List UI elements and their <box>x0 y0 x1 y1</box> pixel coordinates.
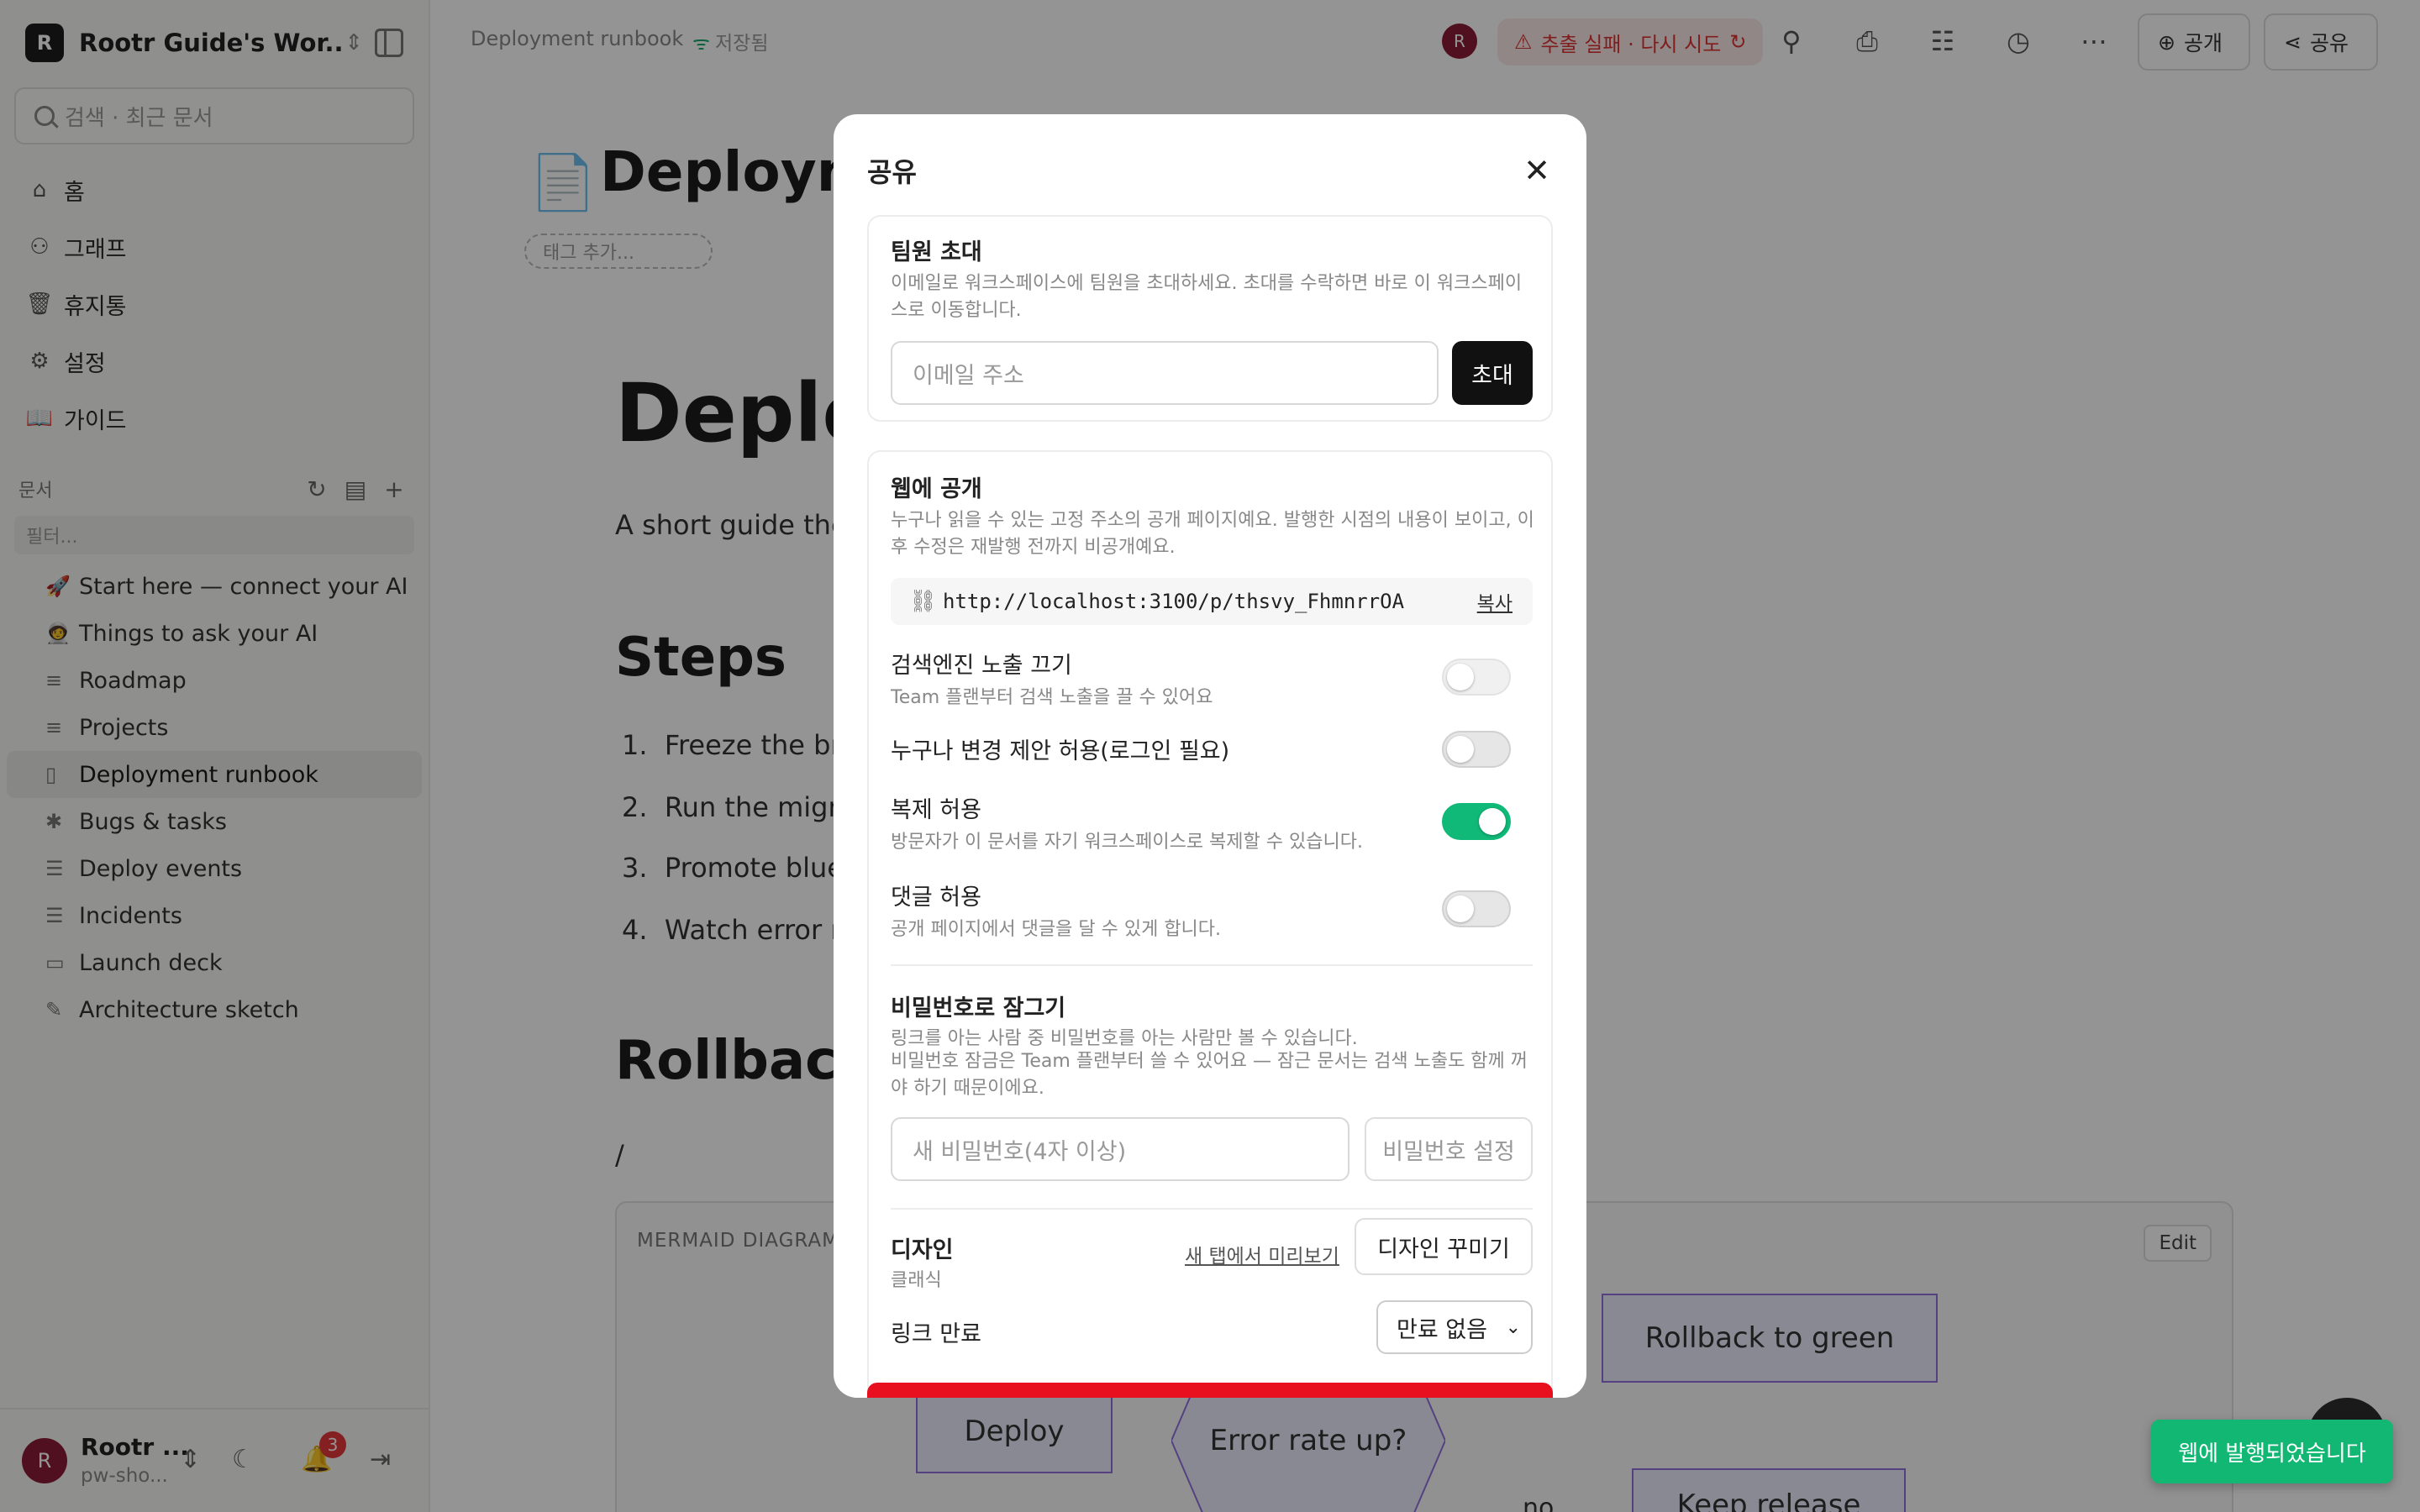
invite-button[interactable]: 초대 <box>1452 341 1533 405</box>
password-title: 비밀번호로 잠그기 <box>891 995 1066 1021</box>
option-title: 누구나 변경 제안 허용(로그인 필요) <box>891 738 1230 764</box>
comments-toggle[interactable] <box>1442 890 1511 927</box>
modal-title: 공유 <box>867 156 917 188</box>
publish-title: 웹에 공개 <box>891 476 982 502</box>
invite-title: 팀원 초대 <box>891 239 982 265</box>
invite-desc: 이메일로 워크스페이스에 팀원을 초대하세요. 초대를 수락하면 바로 이 워크… <box>891 273 1523 321</box>
password-desc: 링크를 아는 사람 중 비밀번호를 아는 사람만 볼 수 있습니다. <box>891 1028 1358 1049</box>
design-title: 디자인 <box>891 1237 954 1263</box>
option-title: 복제 허용 <box>891 797 981 823</box>
publish-desc: 누구나 읽을 수 있는 고정 주소의 공개 페이지예요. 발행한 시점의 내용이… <box>891 510 1534 558</box>
email-field[interactable]: 이메일 주소 <box>891 341 1439 405</box>
preview-new-tab-link[interactable]: 새 탭에서 미리보기 <box>1185 1240 1339 1268</box>
option-title: 검색엔진 노출 끄기 <box>891 653 1072 679</box>
duplicate-toggle[interactable] <box>1442 803 1511 840</box>
option-title: 댓글 허용 <box>891 885 981 911</box>
toast-notification: 웹에 발행되었습니다 <box>2151 1420 2393 1483</box>
publish-section: 웹에 공개 누구나 읽을 수 있는 고정 주소의 공개 페이지예요. 발행한 시… <box>867 450 1553 1398</box>
chevron-down-icon: ⌄ <box>1505 1317 1521 1338</box>
share-modal: 공유 ✕ 팀원 초대 이메일로 워크스페이스에 팀원을 초대하세요. 초대를 수… <box>834 114 1586 1398</box>
password-field[interactable]: 새 비밀번호(4자 이상) <box>891 1117 1349 1181</box>
password-plan-note: 비밀번호 잠금은 Team 플랜부터 쓸 수 있어요 — 잠근 문서는 검색 노… <box>891 1051 1528 1099</box>
option-desc: Team 플랜부터 검색 노출을 끌 수 있어요 <box>891 687 1213 708</box>
set-password-button[interactable]: 비밀번호 설정 <box>1365 1117 1533 1181</box>
customize-design-button[interactable]: 디자인 꾸미기 <box>1355 1218 1533 1275</box>
divider <box>891 1208 1533 1210</box>
option-desc: 공개 페이지에서 댓글을 달 수 있게 합니다. <box>891 919 1222 940</box>
copy-link-button[interactable]: 복사 <box>1477 587 1512 616</box>
suggestions-toggle[interactable] <box>1442 731 1511 768</box>
link-icon: ⛓ <box>909 589 938 614</box>
public-url: http://localhost:3100/p/thsvy_FhmnrrOA <box>943 590 1405 613</box>
expiry-select[interactable]: 만료 없음 ⌄ <box>1376 1300 1533 1354</box>
expiry-title: 링크 만료 <box>891 1321 981 1347</box>
option-desc: 방문자가 이 문서를 자기 워크스페이스로 복제할 수 있습니다. <box>891 832 1363 853</box>
divider <box>891 964 1533 966</box>
invite-section: 팀원 초대 이메일로 워크스페이스에 팀원을 초대하세요. 초대를 수락하면 바… <box>867 215 1553 422</box>
expiry-select-value: 만료 없음 <box>1397 1316 1487 1343</box>
unpublish-button[interactable] <box>867 1383 1553 1398</box>
public-url-box: ⛓ http://localhost:3100/p/thsvy_FhmnrrOA… <box>891 578 1533 625</box>
close-icon[interactable]: ✕ <box>1516 150 1558 192</box>
design-value: 클래식 <box>891 1270 942 1291</box>
search-indexing-toggle[interactable] <box>1442 659 1511 696</box>
